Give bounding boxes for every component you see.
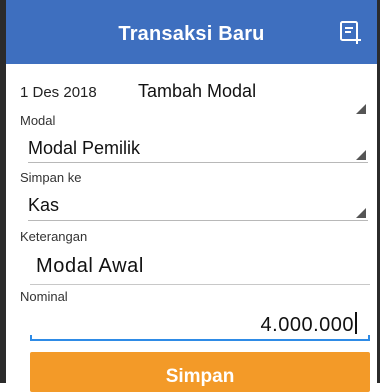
keterangan-input[interactable]: Modal Awal bbox=[36, 255, 144, 278]
simpan-ke-underline bbox=[28, 220, 368, 221]
keterangan-underline bbox=[30, 284, 370, 285]
nominal-input[interactable]: 4.000.000 bbox=[261, 312, 357, 337]
nominal-underline-focused bbox=[30, 335, 370, 341]
add-note-icon[interactable] bbox=[339, 20, 363, 44]
simpan-ke-label: Simpan ke bbox=[20, 170, 82, 185]
transaction-form: 1 Des 2018 Tambah Modal Modal Modal Pemi… bbox=[6, 64, 377, 392]
nominal-label: Nominal bbox=[20, 289, 68, 304]
transaction-type-spinner[interactable]: Tambah Modal bbox=[138, 81, 256, 102]
chevron-down-icon[interactable] bbox=[356, 208, 366, 218]
nominal-value: 4.000.000 bbox=[260, 314, 354, 336]
date-type-row: 1 Des 2018 Tambah Modal bbox=[20, 80, 360, 108]
date-picker[interactable]: 1 Des 2018 bbox=[20, 84, 97, 101]
modal-label: Modal bbox=[20, 113, 56, 128]
modal-underline bbox=[28, 162, 368, 163]
modal-spinner[interactable]: Modal Pemilik bbox=[28, 138, 140, 159]
text-cursor bbox=[355, 312, 357, 334]
app-bar: Transaksi Baru bbox=[6, 0, 377, 64]
keterangan-label: Keterangan bbox=[20, 229, 88, 244]
chevron-down-icon[interactable] bbox=[356, 150, 366, 160]
save-button-label: Simpan bbox=[165, 366, 235, 387]
chevron-down-icon[interactable] bbox=[356, 104, 366, 114]
save-button[interactable]: Simpan bbox=[30, 352, 370, 392]
simpan-ke-spinner[interactable]: Kas bbox=[28, 195, 59, 216]
page-title: Transaksi Baru bbox=[118, 23, 265, 45]
